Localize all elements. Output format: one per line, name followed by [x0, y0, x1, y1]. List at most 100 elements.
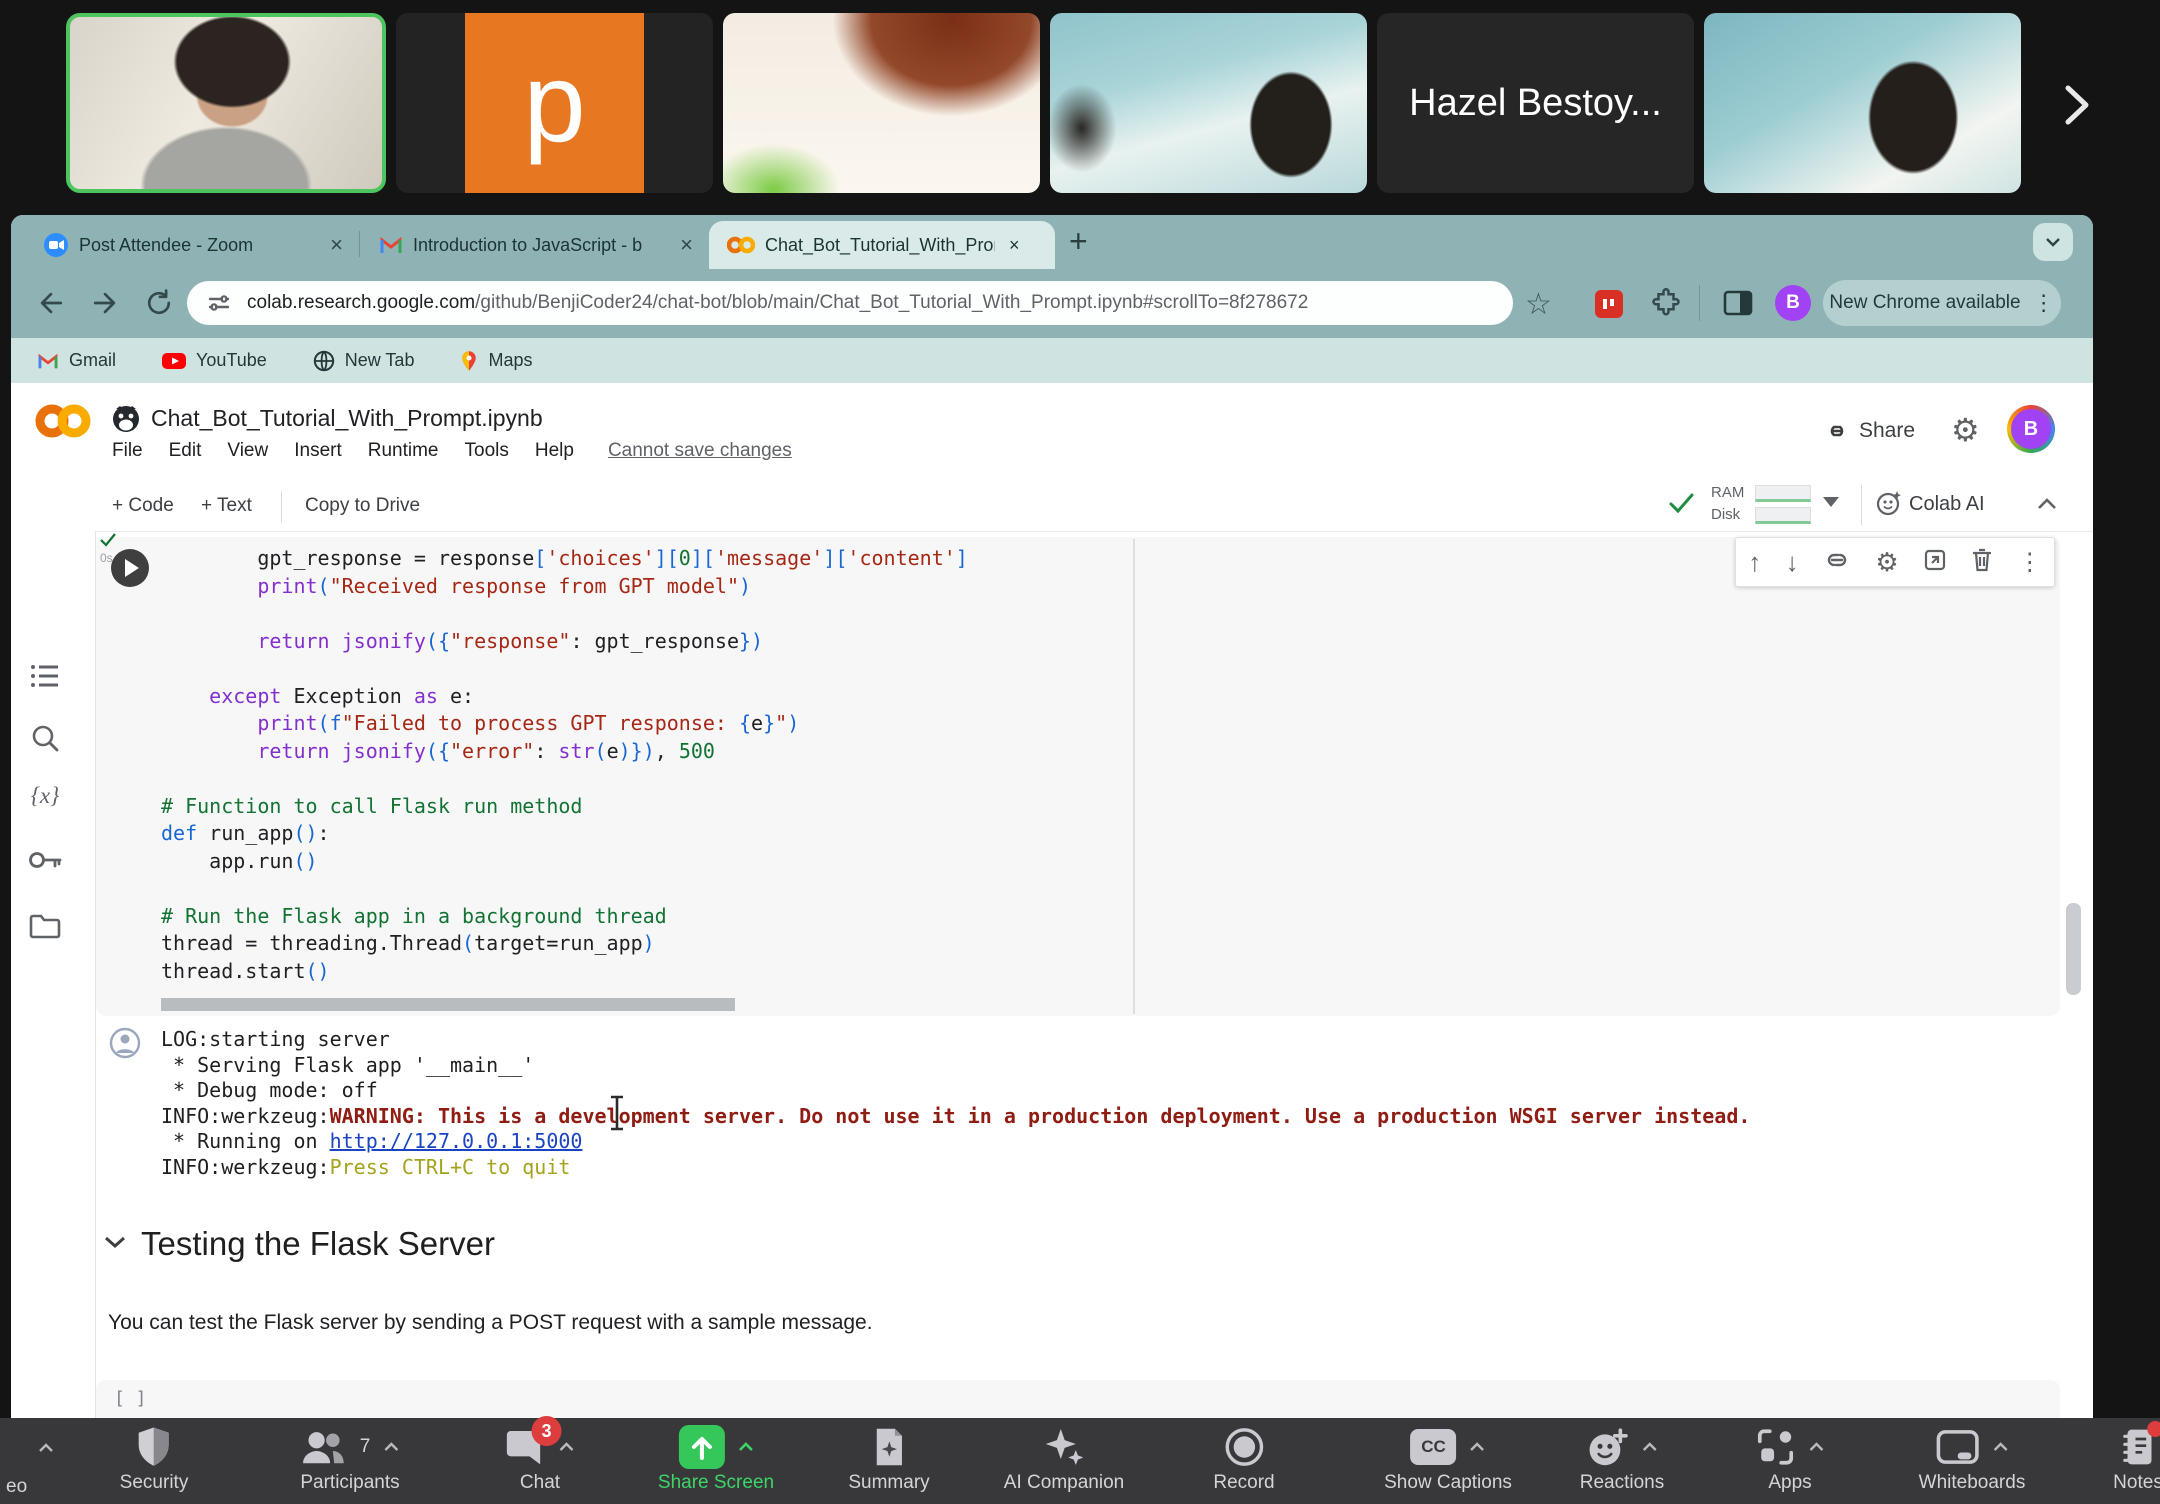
tab-close-icon[interactable]: × [1009, 235, 1020, 256]
share-button[interactable]: Share [1859, 419, 1915, 443]
video-tile-two-people[interactable] [1050, 13, 1367, 193]
disk-meter[interactable] [1755, 507, 1811, 524]
browser-menu-icon[interactable]: ⋮ [2033, 290, 2055, 316]
delete-cell-icon[interactable] [1971, 548, 1993, 577]
add-code-button[interactable]: + Code [112, 495, 174, 517]
collapse-toolbar-icon[interactable] [2037, 497, 2057, 515]
mirror-cell-icon[interactable] [1923, 548, 1947, 577]
notebook-sidebar: {x} < > [11, 531, 96, 1504]
side-panel-icon[interactable] [1723, 289, 1753, 322]
tab-colab-active[interactable]: Chat_Bot_Tutorial_With_Pron × [709, 221, 1055, 269]
chevron-up-icon [1992, 1442, 2008, 1452]
menu-edit[interactable]: Edit [169, 440, 202, 462]
cell-horizontal-scrollbar[interactable] [161, 998, 735, 1011]
code-lines[interactable]: gpt_response = response['choices'][0]['m… [161, 545, 968, 985]
colab-ai-button[interactable]: Colab AI [1909, 493, 1985, 516]
video-tile-screen-share[interactable]: p [396, 13, 713, 193]
toolbar-item-record[interactable]: Record [1213, 1424, 1274, 1494]
gallery-next-button[interactable] [2058, 82, 2096, 128]
toolbar-item-show-captions[interactable]: CC Show Captions [1384, 1424, 1512, 1494]
password-extension-icon[interactable] [1595, 290, 1623, 318]
toolbar-item-reactions[interactable]: Reactions [1580, 1424, 1665, 1494]
bookmark-maps[interactable]: Maps [460, 350, 532, 372]
add-text-button[interactable]: + Text [201, 495, 252, 517]
toolbar-item-summary[interactable]: Summary [848, 1424, 929, 1494]
tab-zoom[interactable]: Post Attendee - Zoom × [29, 225, 351, 265]
bookmark-youtube[interactable]: YouTube [162, 350, 267, 371]
tab-close-icon[interactable]: × [672, 232, 701, 258]
update-chrome-button[interactable]: New Chrome available ⋮ [1823, 280, 2061, 326]
secrets-key-icon[interactable] [25, 849, 65, 876]
toolbar-item-chat[interactable]: 3 Chat [506, 1424, 575, 1494]
tab-close-icon[interactable]: × [322, 232, 351, 258]
move-cell-up-icon[interactable]: ↑ [1748, 547, 1761, 578]
save-status[interactable]: Cannot save changes [608, 440, 792, 462]
menu-file[interactable]: File [112, 440, 143, 462]
back-icon[interactable] [35, 287, 67, 324]
video-tile-active-speaker[interactable] [66, 13, 386, 193]
tab-strip-expand-button[interactable] [2033, 223, 2073, 261]
participants-count: 7 [360, 1436, 371, 1458]
browser-profile-avatar[interactable]: B [1775, 285, 1811, 321]
address-bar[interactable]: colab.research.google.com/github/BenjiCo… [187, 281, 1513, 325]
colab-avatar: B [2011, 409, 2051, 449]
page-scrollbar-thumb[interactable] [2066, 903, 2081, 995]
output-avatar-icon [109, 1027, 141, 1064]
tab-separator [359, 231, 360, 257]
site-info-icon[interactable] [207, 291, 231, 315]
menu-help[interactable]: Help [535, 440, 574, 462]
participants-icon [301, 1428, 347, 1466]
toolbar-item-apps[interactable]: Apps [1756, 1424, 1825, 1494]
colab-avatar-ring[interactable]: B [2007, 405, 2055, 453]
video-tile-closeup[interactable] [723, 13, 1040, 193]
bookmark-star-icon[interactable]: ☆ [1525, 287, 1552, 322]
table-of-contents-icon[interactable] [25, 663, 65, 694]
video-chevron-icon[interactable] [38, 1440, 54, 1458]
extensions-icon[interactable] [1651, 288, 1681, 323]
cell-settings-gear-icon[interactable]: ⚙ [1875, 547, 1898, 578]
toolbar-item-share-screen[interactable]: Share Screen [658, 1424, 774, 1494]
video-tile-name-only[interactable]: Hazel Bestoy... [1377, 13, 1694, 193]
update-chrome-label: New Chrome available [1829, 292, 2020, 314]
video-tile-outdoor[interactable] [1704, 13, 2021, 193]
reload-icon[interactable] [143, 287, 175, 324]
menu-runtime[interactable]: Runtime [368, 440, 439, 462]
bookmark-new-tab[interactable]: New Tab [313, 350, 415, 372]
new-tab-button[interactable]: + [1069, 223, 1088, 260]
browser-window: Post Attendee - Zoom × Introduction to J… [11, 215, 2093, 1504]
toolbar-item-participants[interactable]: 7 Participants [300, 1424, 399, 1494]
share-link-icon[interactable] [1823, 419, 1851, 448]
settings-gear-icon[interactable]: ⚙ [1951, 411, 1980, 449]
copy-link-icon[interactable] [1823, 549, 1851, 576]
chevron-down-icon [2045, 237, 2061, 247]
tab-gmail-doc[interactable]: Introduction to JavaScript - b × [365, 225, 701, 265]
run-cell-button[interactable] [111, 549, 149, 587]
toolbar-item-security[interactable]: Security [120, 1424, 189, 1494]
toolbar-item-whiteboards[interactable]: Whiteboards [1919, 1424, 2026, 1494]
toolbar-item-notes[interactable]: Notes [2113, 1424, 2160, 1494]
menu-tools[interactable]: Tools [465, 440, 509, 462]
forward-icon[interactable] [89, 287, 121, 324]
search-icon[interactable] [25, 723, 65, 758]
section-collapse-icon[interactable] [103, 1235, 127, 1254]
ram-meter[interactable] [1755, 485, 1811, 502]
resources-dropdown-icon[interactable] [1823, 497, 1839, 507]
files-folder-icon[interactable] [25, 913, 65, 944]
section-paragraph: You can test the Flask server by sending… [108, 1311, 873, 1335]
zoom-toolbar: eo Security 7 Participants 3 Chat [0, 1418, 2160, 1504]
bookmark-label: New Tab [345, 350, 415, 371]
colab-page: Chat_Bot_Tutorial_With_Prompt.ipynb File… [11, 383, 2093, 1504]
video-partial-label[interactable]: eo [6, 1476, 27, 1498]
section-title[interactable]: Testing the Flask Server [141, 1225, 495, 1263]
toolbar-item-ai-companion[interactable]: AI Companion [1004, 1424, 1124, 1494]
copy-to-drive-button[interactable]: Copy to Drive [305, 495, 420, 517]
menu-view[interactable]: View [227, 440, 268, 462]
bookmark-gmail[interactable]: Gmail [37, 350, 116, 371]
variables-icon[interactable]: {x} [25, 783, 65, 809]
menu-insert[interactable]: Insert [294, 440, 342, 462]
cell-more-icon[interactable]: ⋮ [2018, 548, 2042, 577]
move-cell-down-icon[interactable]: ↓ [1786, 547, 1799, 578]
toolbar-divider [281, 491, 282, 523]
chevron-up-icon [1642, 1442, 1658, 1452]
notebook-filename[interactable]: Chat_Bot_Tutorial_With_Prompt.ipynb [151, 405, 543, 432]
